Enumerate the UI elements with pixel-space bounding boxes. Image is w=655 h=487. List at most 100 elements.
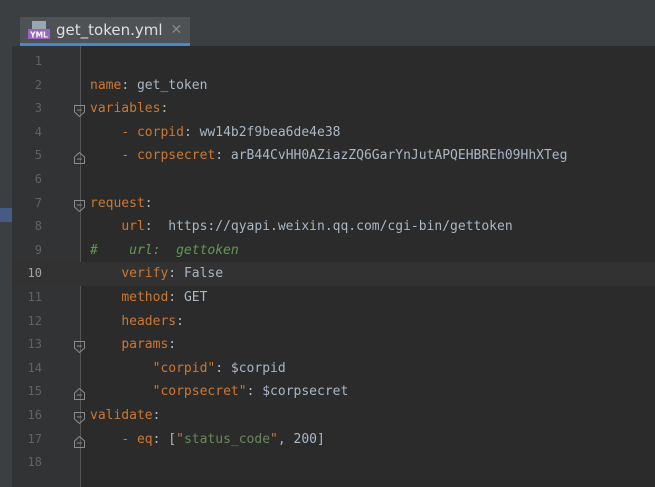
code-text: # url: gettoken [90,239,239,263]
yaml-key: name [90,77,122,93]
code-line[interactable]: 1 [12,50,655,74]
code-line[interactable]: 7 request: [12,192,655,216]
line-number: 7 [34,195,42,210]
separator: : [168,337,177,353]
code-line[interactable]: 18 [12,451,655,475]
code-text: - corpsecret: arB44CvHH0AZiazZQ6GarYnJut… [90,144,567,168]
line-number: 11 [27,290,42,304]
code-line[interactable]: 2 name: get_token [12,74,655,98]
code-line[interactable]: 4 - corpid: ww14b2f9bea6de4e38 [12,121,655,145]
code-text: method: GET [90,286,207,310]
code-text: variables: [90,97,168,121]
code-line[interactable]: 5 - corpsecret: arB44CvHH0AZiazZQ6GarYnJ… [12,144,655,168]
fold-end-icon[interactable] [74,433,85,448]
yaml-key: corpsecret [136,148,216,164]
separator: : [168,290,184,305]
quote: " [176,431,184,447]
yaml-value: $corpsecret [262,384,349,400]
line-number: 5 [34,148,42,163]
code-line[interactable]: 8 url: https://qyapi.weixin.qq.com/cgi-b… [12,215,655,239]
code-text: params: [90,333,176,357]
fold-end-icon[interactable] [74,149,85,165]
separator: : [183,124,200,140]
line-number: 10 [27,266,42,281]
fold-collapse-icon[interactable] [74,409,85,425]
code-line[interactable]: 16 validate: [12,404,655,428]
close-icon[interactable]: ✕ [171,22,183,38]
comment-text: # url: gettoken [90,242,239,258]
code-line[interactable]: 17 - eq: ["status_code", 200] [12,428,655,452]
tab-label: get_token.yml [56,21,163,39]
code-text: request: [90,192,153,216]
line-number: 13 [27,337,42,352]
separator: : [168,266,184,282]
fold-collapse-icon[interactable] [74,102,85,118]
code-line[interactable]: 9 # url: gettoken [12,239,655,263]
line-number: 2 [34,77,42,92]
fold-end-icon[interactable] [74,385,85,401]
yaml-value: arB44CvHH0AZiazZQ6GarYnJutAPQEHBREh09HhX… [230,148,568,164]
line-number: 18 [27,455,42,470]
code-text: "corpid": $corpid [90,357,286,381]
yaml-value: GET [183,290,208,305]
code-text: - corpid: ww14b2f9bea6de4e38 [90,121,340,145]
yaml-string-key: corpid [160,360,208,376]
yaml-key: validate [90,408,153,423]
separator: : [ [152,431,177,447]
yaml-key: params [121,337,169,353]
code-text: url: https://qyapi.weixin.qq.com/cgi-bin… [90,215,513,239]
line-number: 14 [27,360,42,375]
yaml-key: method [121,290,169,305]
yaml-key: headers [121,313,177,329]
yaml-key: corpid [136,124,184,140]
code-line[interactable]: 14 "corpid": $corpid [12,357,655,381]
yml-file-icon: YML [28,21,50,40]
fold-collapse-icon[interactable] [74,338,85,354]
bookmark-marker [0,208,12,222]
yaml-value: , 200] [277,431,325,447]
yaml-key: eq [136,431,153,447]
code-line[interactable]: 13 params: [12,333,655,357]
separator: : [121,77,137,93]
editor-tab-bar: YML get_token.yml ✕ [12,0,655,47]
code-text: - eq: ["status_code", 200] [90,428,325,452]
quote: " [238,384,247,400]
code-line[interactable]: 11 method: GET [12,286,655,310]
code-line[interactable]: 10 verify: False [12,262,655,286]
code-line[interactable]: 15 "corpsecret": $corpsecret [12,380,655,404]
list-dash: - [121,148,130,164]
line-number: 12 [27,313,42,328]
separator: : [152,408,161,423]
separator: : [144,195,153,211]
line-number: 4 [34,124,42,139]
line-number: 16 [27,408,42,422]
code-text: headers: [90,310,184,334]
yaml-value: ww14b2f9bea6de4e38 [199,124,341,140]
separator: : [160,101,169,117]
fold-collapse-icon[interactable] [74,197,85,212]
separator: : [215,360,231,376]
code-text: validate: [90,404,160,428]
line-number: 1 [34,54,42,68]
separator: : [246,384,263,400]
code-line[interactable]: 12 headers: [12,310,655,334]
code-editor[interactable]: 1 2 name: get_token 3 variables: 4 - corpid: … [12,46,655,487]
code-line[interactable]: 3 variables: [12,97,655,121]
yaml-value: https://qyapi.weixin.qq.com/cgi-bin/gett… [168,219,513,235]
code-line[interactable]: 6 [12,168,655,192]
yaml-value: False [183,266,224,282]
tab-get-token-yml[interactable]: YML get_token.yml ✕ [20,17,190,46]
yaml-string-key: corpsecret [160,384,239,400]
separator: : [215,148,231,164]
line-number: 6 [34,172,42,186]
